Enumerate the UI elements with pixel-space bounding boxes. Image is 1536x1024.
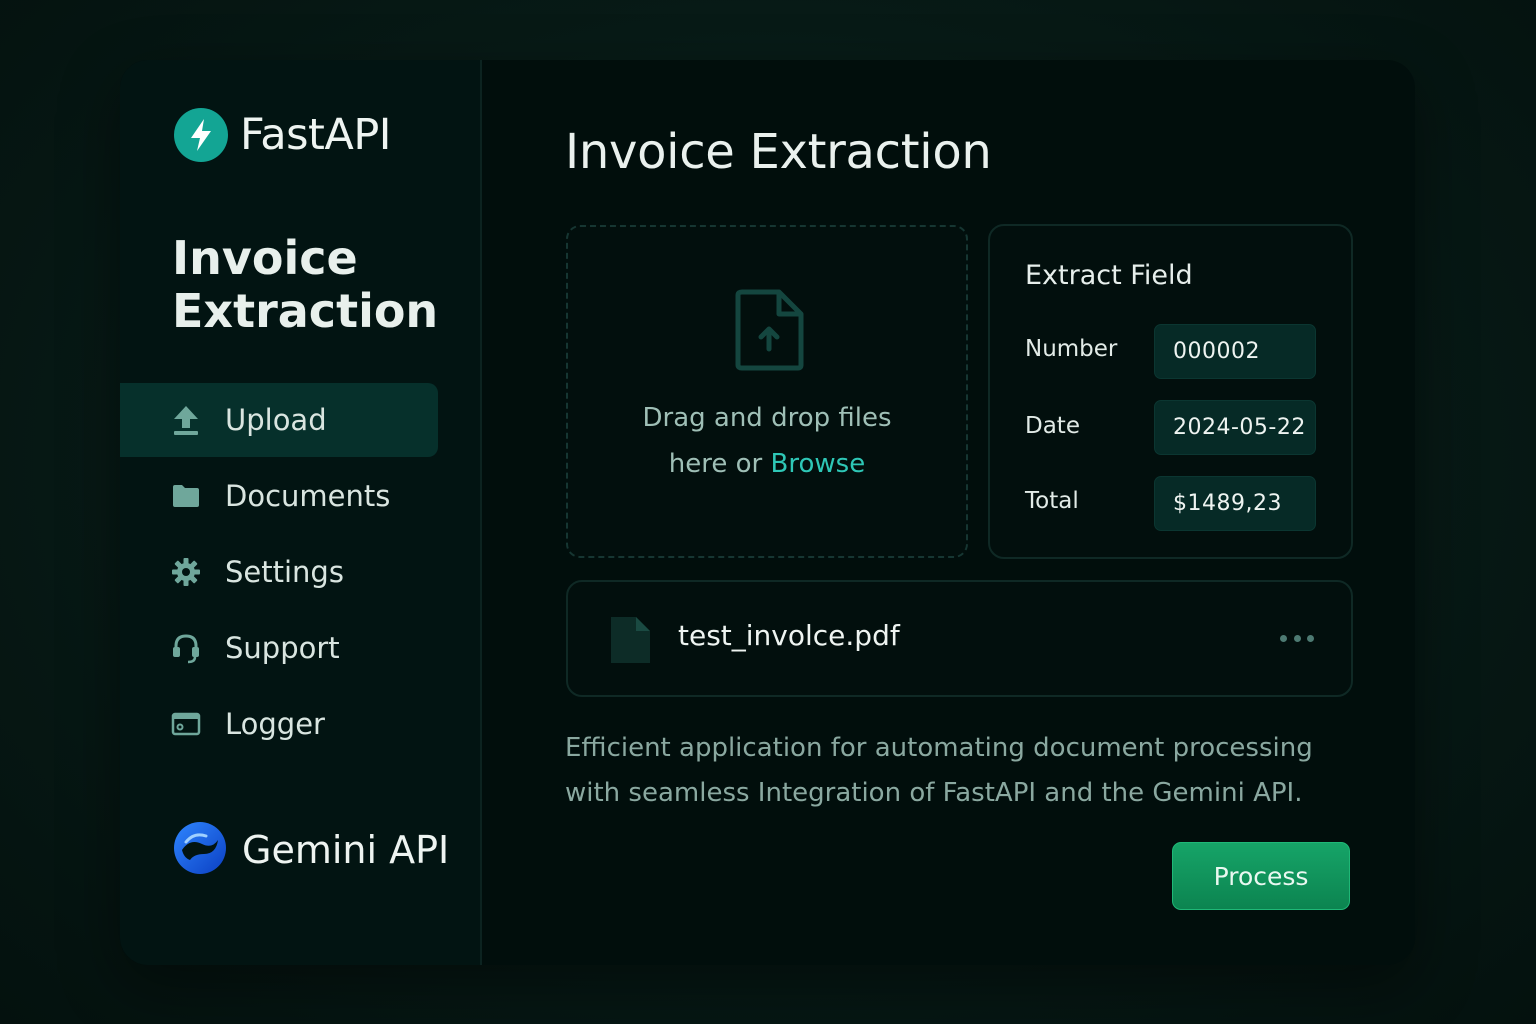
more-dot (1293, 634, 1301, 642)
app-description: Efficient application for automating doc… (565, 726, 1365, 816)
dropzone-line1: Drag and drop files (642, 403, 892, 433)
terminal-window-icon (170, 708, 202, 740)
more-dot (1280, 634, 1287, 642)
extract-field-card: Extract Field Number 000002 Date 2024-05… (988, 224, 1353, 559)
folder-icon (170, 480, 202, 512)
field-label-date: Date (1025, 413, 1080, 439)
sidebar-item-upload[interactable]: Upload (120, 383, 438, 457)
dropzone-line2: here or Browse (568, 441, 966, 487)
sidebar-item-settings[interactable]: Settings (120, 535, 438, 609)
lightning-bolt-icon (174, 108, 228, 162)
sidebar-item-support[interactable]: Support (120, 611, 438, 685)
field-value-date[interactable]: 2024-05-22 (1154, 400, 1316, 455)
file-icon (608, 614, 652, 670)
sidebar-item-label: Settings (225, 555, 344, 589)
brand-name: FastAPI (240, 110, 391, 160)
sidebar-item-label: Support (225, 631, 340, 665)
extract-field-title: Extract Field (1025, 260, 1193, 291)
page-title: Invoice Extraction (565, 124, 992, 180)
uploaded-file-row[interactable]: test_involce.pdf (566, 580, 1353, 697)
gemini-brand: Gemini API (172, 820, 449, 880)
headset-icon (170, 632, 202, 664)
process-button[interactable]: Process (1172, 842, 1350, 910)
description-line1: Efficient application for automating doc… (565, 733, 1313, 763)
dropzone-text: Drag and drop files here or Browse (568, 395, 966, 487)
sidebar: FastAPI Invoice Extraction Upload Docume… (120, 60, 482, 965)
more-dot (1307, 634, 1314, 642)
more-options-icon[interactable] (1280, 624, 1314, 652)
brand: FastAPI (174, 108, 391, 162)
field-label-total: Total (1025, 488, 1079, 514)
sidebar-item-label: Upload (225, 403, 327, 437)
dropzone-prefix: here or (668, 449, 771, 479)
field-value-total[interactable]: $1489,23 (1154, 476, 1316, 531)
sidebar-item-label: Logger (225, 707, 325, 741)
sidebar-item-logger[interactable]: Logger (120, 687, 438, 761)
file-upload-icon (734, 289, 804, 375)
description-line2: with seamless Integration of FastAPI and… (565, 778, 1303, 808)
field-label-number: Number (1025, 336, 1118, 362)
sidebar-item-documents[interactable]: Documents (120, 459, 438, 533)
browse-link[interactable]: Browse (771, 449, 866, 479)
upload-icon (170, 404, 202, 436)
gear-icon (170, 556, 202, 588)
file-dropzone[interactable]: Drag and drop files here or Browse (566, 225, 968, 558)
file-name: test_involce.pdf (678, 619, 900, 652)
sidebar-title-line2: Extraction (172, 284, 439, 338)
sidebar-title: Invoice Extraction (172, 232, 452, 338)
sidebar-title-line1: Invoice (172, 231, 358, 285)
app-window: FastAPI Invoice Extraction Upload Docume… (120, 60, 1415, 965)
field-value-number[interactable]: 000002 (1154, 324, 1316, 379)
gemini-name: Gemini API (242, 828, 450, 872)
gemini-logo-icon (172, 820, 228, 880)
sidebar-item-label: Documents (225, 479, 391, 513)
